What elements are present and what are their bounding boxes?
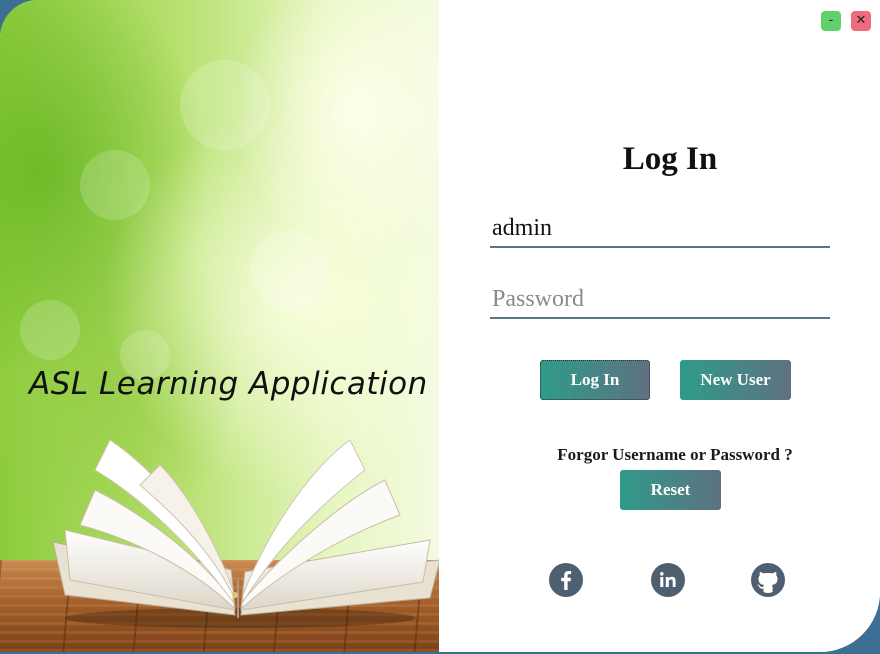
forgot-credentials-text: Forgor Username or Password ? [557,445,793,464]
open-book-image [52,439,439,628]
bokeh-light [20,300,80,360]
linkedin-icon[interactable] [651,563,685,597]
username-input[interactable] [490,210,830,248]
login-window: ASL Learning Application - ✕ Log In Log … [0,0,880,652]
password-input[interactable] [490,281,830,319]
app-title: ASL Learning Application [29,366,428,402]
bokeh-light [250,230,330,310]
new-user-button[interactable]: New User [680,360,791,400]
close-button[interactable]: ✕ [851,11,871,31]
login-heading: Log In [622,141,718,177]
github-icon[interactable] [751,563,785,597]
minimize-button[interactable]: - [821,11,841,31]
login-panel [439,0,880,652]
bokeh-light [80,150,150,220]
brand-image-panel: ASL Learning Application [0,0,439,652]
bokeh-light [180,60,270,150]
facebook-icon[interactable] [549,563,583,597]
login-button[interactable]: Log In [540,360,650,400]
reset-button[interactable]: Reset [620,470,721,510]
